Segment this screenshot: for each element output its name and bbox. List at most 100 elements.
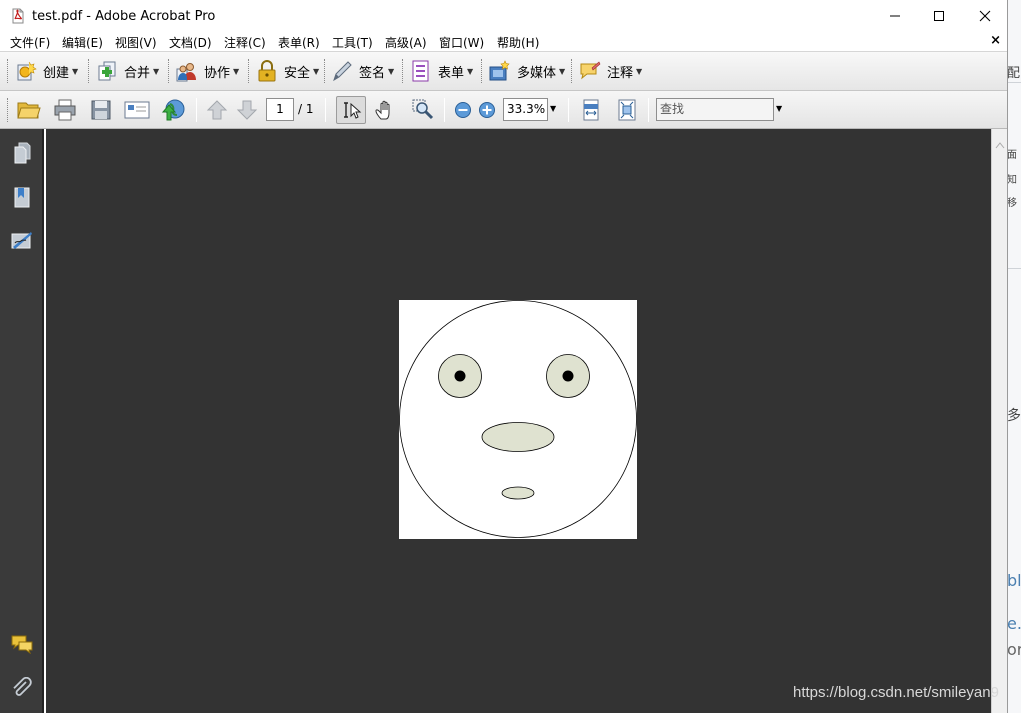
maximize-button[interactable] bbox=[916, 0, 962, 32]
toolbar-grip[interactable] bbox=[7, 98, 10, 122]
chevron-down-icon: ▼ bbox=[233, 66, 240, 76]
search-input[interactable]: 查找 bbox=[656, 98, 774, 121]
toolbar-grip[interactable] bbox=[402, 59, 405, 83]
attachments-panel-button[interactable] bbox=[9, 675, 35, 701]
hand-icon bbox=[375, 100, 390, 120]
sign-button[interactable]: 签名 ▼ bbox=[330, 57, 394, 85]
close-button[interactable] bbox=[962, 0, 1007, 32]
navigation-pane bbox=[0, 129, 44, 713]
zoom-in-button[interactable] bbox=[474, 97, 500, 123]
text-cursor-icon bbox=[344, 102, 362, 119]
toolbar-grip[interactable] bbox=[324, 59, 327, 83]
fit-width-button[interactable] bbox=[578, 97, 604, 123]
pages-panel-button[interactable] bbox=[9, 140, 35, 166]
fit-page-icon bbox=[618, 99, 636, 121]
toolbar-grip[interactable] bbox=[481, 59, 484, 83]
email-button[interactable] bbox=[124, 97, 150, 123]
menu-view[interactable]: 视图(V) bbox=[115, 34, 157, 51]
attachments-icon bbox=[13, 677, 32, 696]
chevron-down-icon[interactable]: ▼ bbox=[550, 104, 556, 113]
menu-document[interactable]: 文档(D) bbox=[169, 34, 212, 51]
left-pupil bbox=[454, 370, 466, 382]
forms-button[interactable]: 表单 ▼ bbox=[409, 57, 473, 85]
toolbar-grip[interactable] bbox=[88, 59, 91, 83]
arrow-down-icon bbox=[236, 100, 258, 120]
next-page-button[interactable] bbox=[234, 97, 260, 123]
background-page-strip: 配 面 知 移 多 bl e.c ors bbox=[1007, 0, 1021, 713]
menu-window[interactable]: 窗口(W) bbox=[439, 34, 484, 51]
combine-icon bbox=[98, 61, 116, 81]
menu-bar: 文件(F) 编辑(E) 视图(V) 文档(D) 注释(C) 表单(R) 工具(T… bbox=[0, 32, 1007, 52]
pdf-file-icon bbox=[12, 8, 24, 24]
head-circle bbox=[399, 300, 637, 538]
pen-icon bbox=[333, 61, 352, 82]
toolbar-grip[interactable] bbox=[248, 59, 251, 83]
page-total: / 1 bbox=[298, 102, 314, 116]
chevron-up-icon[interactable] bbox=[995, 141, 1005, 149]
toolbar-grip[interactable] bbox=[7, 59, 10, 83]
background-text: 移 bbox=[1007, 198, 1017, 209]
save-button[interactable] bbox=[88, 97, 114, 123]
zoom-tool-button[interactable] bbox=[410, 97, 436, 123]
close-icon bbox=[979, 10, 991, 22]
upload-button[interactable] bbox=[160, 97, 186, 123]
comment-label: 注释 bbox=[607, 65, 634, 81]
file-toolbar: 1 / 1 33.3% ▼ 查找 ▼ bbox=[0, 91, 1007, 129]
background-link-text: bl bbox=[1007, 571, 1021, 590]
collaborate-button[interactable]: 协作 ▼ bbox=[175, 57, 239, 85]
minimize-button[interactable] bbox=[872, 0, 918, 32]
comment-button[interactable]: 注释 ▼ bbox=[578, 57, 642, 85]
chevron-down-icon: ▼ bbox=[636, 66, 643, 76]
signatures-panel-button[interactable] bbox=[9, 227, 35, 253]
separator bbox=[568, 98, 569, 122]
zoom-out-button[interactable] bbox=[450, 97, 476, 123]
security-button[interactable]: 安全 ▼ bbox=[255, 57, 319, 85]
forms-label: 表单 bbox=[438, 65, 465, 81]
maximize-icon bbox=[934, 11, 944, 21]
bookmarks-panel-button[interactable] bbox=[9, 184, 35, 210]
background-text: 知 bbox=[1007, 175, 1017, 186]
chevron-down-icon: ▼ bbox=[559, 66, 566, 76]
magnifier-icon bbox=[412, 99, 434, 120]
open-button[interactable] bbox=[16, 97, 42, 123]
comment-icon bbox=[580, 61, 601, 80]
select-tool-button[interactable] bbox=[336, 96, 366, 124]
chevron-down-icon: ▼ bbox=[467, 66, 474, 76]
print-button[interactable] bbox=[52, 97, 78, 123]
fit-page-button[interactable] bbox=[614, 97, 640, 123]
menu-file[interactable]: 文件(F) bbox=[10, 34, 50, 51]
toolbar-grip[interactable] bbox=[571, 59, 574, 83]
zoom-level-input[interactable]: 33.3% bbox=[503, 98, 548, 121]
page-number-input[interactable]: 1 bbox=[266, 98, 294, 121]
pages-icon bbox=[14, 142, 31, 164]
arrow-up-icon bbox=[206, 100, 228, 120]
comments-panel-button[interactable] bbox=[9, 631, 35, 657]
hand-tool-button[interactable] bbox=[372, 97, 398, 123]
create-label: 创建 bbox=[43, 65, 70, 81]
comments-icon bbox=[11, 635, 33, 654]
chevron-down-icon: ▼ bbox=[313, 66, 320, 76]
combine-label: 合并 bbox=[124, 65, 151, 81]
chevron-down-icon[interactable]: ▼ bbox=[776, 104, 782, 113]
sign-label: 签名 bbox=[359, 65, 386, 81]
menu-edit[interactable]: 编辑(E) bbox=[62, 34, 103, 51]
form-icon bbox=[412, 60, 429, 82]
security-label: 安全 bbox=[284, 65, 311, 81]
vertical-scrollbar[interactable] bbox=[991, 129, 1007, 713]
close-document-button[interactable]: × bbox=[990, 33, 1001, 48]
create-button[interactable]: 创建 ▼ bbox=[14, 57, 78, 85]
menu-help[interactable]: 帮助(H) bbox=[497, 34, 539, 51]
chevron-down-icon: ▼ bbox=[388, 66, 395, 76]
toolbar-grip[interactable] bbox=[168, 59, 171, 83]
menu-advanced[interactable]: 高级(A) bbox=[385, 34, 427, 51]
previous-page-button[interactable] bbox=[204, 97, 230, 123]
multimedia-button[interactable]: 多媒体 ▼ bbox=[488, 57, 565, 85]
pdf-page[interactable] bbox=[399, 300, 637, 539]
menu-forms[interactable]: 表单(R) bbox=[278, 34, 320, 51]
multimedia-icon bbox=[489, 60, 510, 81]
menu-tools[interactable]: 工具(T) bbox=[332, 34, 373, 51]
menu-comments[interactable]: 注释(C) bbox=[224, 34, 266, 51]
title-bar: test.pdf - Adobe Acrobat Pro bbox=[0, 0, 1007, 32]
tasks-toolbar: 创建 ▼ 合并 ▼ 协作 ▼ 安全 ▼ 签名 ▼ 表单 ▼ 多媒体 ▼ 注释 ▼ bbox=[0, 52, 1007, 91]
combine-button[interactable]: 合并 ▼ bbox=[95, 57, 159, 85]
